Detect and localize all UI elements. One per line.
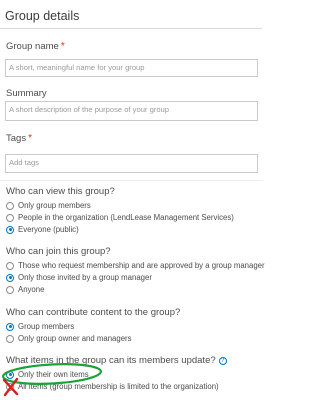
join-option-request[interactable]: Those who request membership and are app… [6,260,265,271]
section-divider [0,180,262,181]
tags-label: Tags * [6,133,32,144]
group-name-label: Group name * [6,41,65,52]
summary-input[interactable]: A short description of the purpose of yo… [5,101,258,121]
radio-button[interactable] [6,213,14,222]
radio-button-selected[interactable] [6,273,14,282]
radio-button[interactable] [6,261,14,270]
page-title: Group details [5,9,80,23]
group-name-placeholder: A short, meaningful name for your group [9,63,145,72]
contribute-option-owners[interactable]: Only group owner and managers [6,333,132,344]
required-marker: * [28,133,32,144]
contribute-question: Who can contribute content to the group? [6,307,181,318]
contribute-option-members[interactable]: Group members [6,321,74,332]
update-option-all-items[interactable]: All items (group membership is limited t… [6,381,219,392]
view-question: Who can view this group? [6,186,115,197]
join-question: Who can join this group? [6,246,111,257]
join-option-invited[interactable]: Only those invited by a group manager [6,272,152,283]
summary-label: Summary [6,88,47,99]
header-divider [0,28,262,29]
summary-placeholder: A short description of the purpose of yo… [9,105,169,114]
join-option-anyone[interactable]: Anyone [6,284,44,295]
view-option-public[interactable]: Everyone (public) [6,224,79,235]
radio-button-selected[interactable] [6,225,14,234]
update-question: What items in the group can its members … [6,355,227,366]
radio-button[interactable] [6,382,14,391]
radio-button[interactable] [6,334,14,343]
radio-button[interactable] [6,201,14,210]
radio-button[interactable] [6,285,14,294]
group-name-input[interactable]: A short, meaningful name for your group [5,59,258,77]
tags-input[interactable]: Add tags [5,154,258,173]
required-marker: * [60,41,65,52]
help-icon[interactable]: ? [218,357,227,365]
view-option-organization[interactable]: People in the organization (LendLease Ma… [6,212,234,223]
update-option-own-items[interactable]: Only their own items [6,369,89,380]
tags-placeholder: Add tags [9,158,39,167]
radio-button-selected[interactable] [6,370,14,379]
view-option-members[interactable]: Only group members [6,200,91,211]
radio-button-selected[interactable] [6,322,14,331]
